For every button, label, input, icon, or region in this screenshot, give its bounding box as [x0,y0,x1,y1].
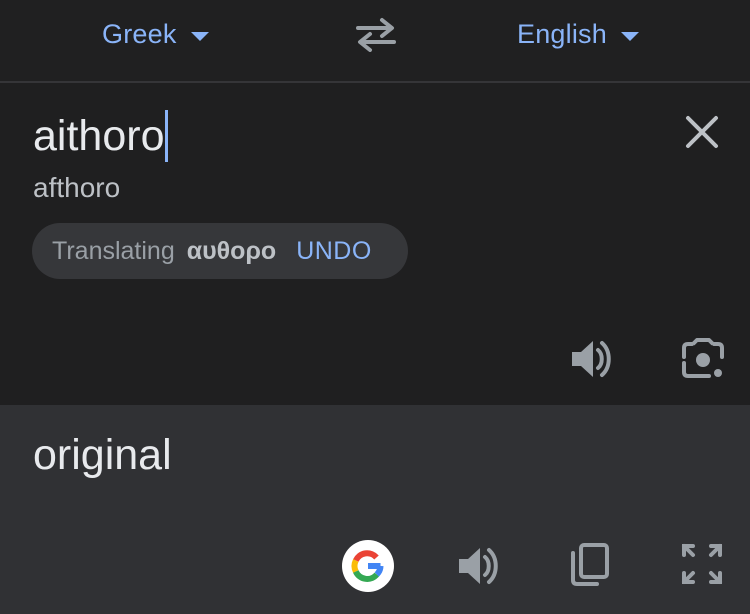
language-bar: Greek English [0,0,750,83]
fullscreen-icon [682,544,722,584]
translating-label: Translating [52,236,175,265]
fullscreen-button[interactable] [678,540,726,588]
target-language-button[interactable]: English [517,14,639,54]
close-icon [686,116,718,148]
source-panel: aithoro afthoro Translating αυθορο UNDO [0,83,750,405]
greek-suggestion: αυθορο [186,236,277,265]
target-language-label: English [517,18,607,49]
source-language-button[interactable]: Greek [102,14,209,54]
clear-input-button[interactable] [682,112,722,152]
copy-translation-button[interactable] [566,540,614,588]
source-listen-button[interactable] [568,335,616,383]
translating-suggestion-chip: Translating αυθορο UNDO [32,223,408,279]
source-language-dropdown-icon [190,31,209,41]
swap-arrows-icon [356,18,396,52]
source-input-text: aithoro [33,112,165,160]
google-search-button[interactable] [342,540,394,592]
content-copy-icon [571,543,609,586]
translate-app: Greek English aithoro afthoro Translatin… [0,0,750,614]
text-cursor [165,110,169,162]
swap-languages-button[interactable] [354,16,398,52]
camera-lens-icon [682,338,724,378]
camera-translate-button[interactable] [679,335,727,383]
transliteration: afthoro [33,172,121,203]
source-input[interactable]: aithoro [33,110,169,162]
result-listen-button[interactable] [455,542,503,590]
google-g-icon [351,550,384,582]
source-language-label: Greek [102,18,177,49]
undo-button[interactable]: UNDO [296,237,372,266]
volume-up-icon [459,548,498,584]
result-panel: original [0,405,750,614]
volume-up-icon [572,341,611,377]
target-language-dropdown-icon [620,31,639,41]
translation-output: original [33,431,172,479]
